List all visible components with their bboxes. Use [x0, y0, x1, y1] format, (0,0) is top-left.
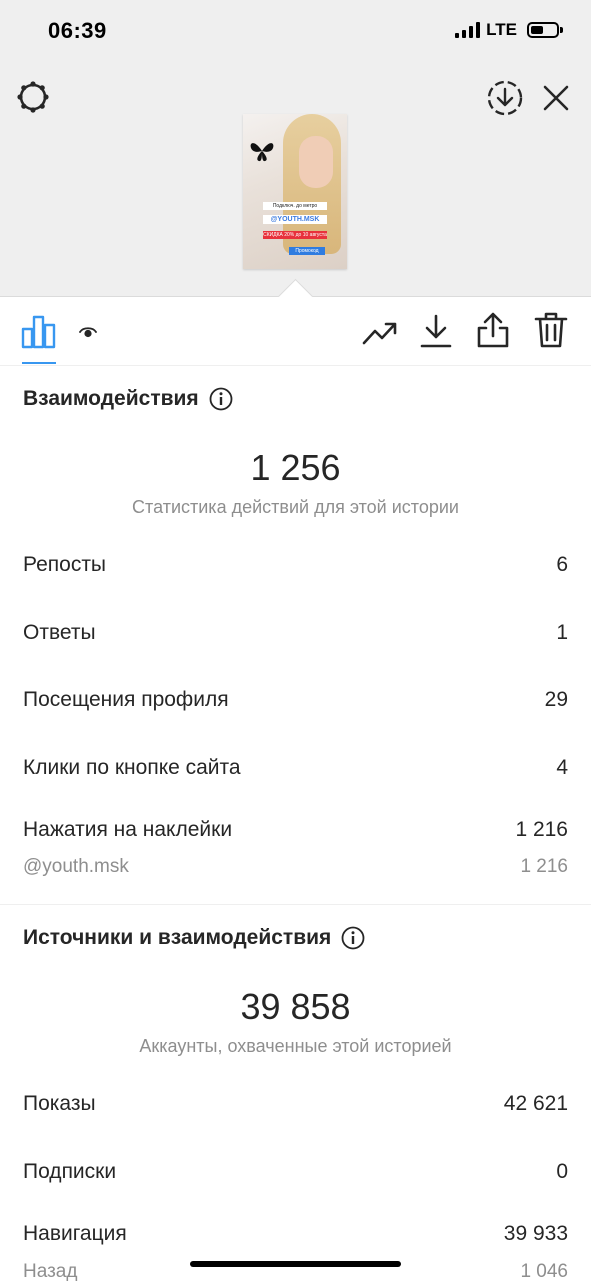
- thumbnail-sticker-small: Промокод: [289, 247, 325, 255]
- interactions-row-sticker-taps: Нажатия на наклейки 1 216: [23, 818, 568, 842]
- trash-icon: [534, 312, 568, 348]
- interactions-row-reposts: Репосты 6: [23, 553, 568, 577]
- row-label: Подписки: [23, 1160, 117, 1183]
- close-icon: [543, 85, 569, 111]
- thumbnail-sticker-top: Подключ. до метро: [263, 202, 327, 210]
- row-label: Нажатия на наклейки: [23, 818, 233, 841]
- network-label: LTE: [486, 20, 517, 39]
- discovery-total: 39 858: [240, 986, 351, 1027]
- row-value: 1: [556, 621, 568, 644]
- section-divider: [0, 904, 591, 905]
- discovery-title: Источники и взаимодействия: [23, 926, 332, 949]
- info-icon[interactable]: [341, 926, 365, 950]
- discovery-caption: Аккаунты, охваченные этой историей: [139, 1036, 452, 1056]
- share-icon: [477, 312, 509, 348]
- info-icon[interactable]: [209, 387, 233, 411]
- trending-up-icon: [362, 322, 397, 345]
- settings-button[interactable]: [14, 78, 52, 116]
- discovery-row-navigation: Навигация 39 933: [23, 1222, 568, 1246]
- row-label: Показы: [23, 1092, 96, 1115]
- thumbnail-sticker-handle: @YOUTH.MSK: [263, 215, 327, 224]
- interactions-title: Взаимодействия: [23, 387, 199, 410]
- gear-icon: [17, 81, 49, 113]
- status-indicators: LTE: [455, 20, 563, 40]
- download-button[interactable]: [417, 311, 455, 351]
- subrow-value: 1 216: [520, 856, 568, 877]
- row-value: 42 621: [503, 1092, 568, 1115]
- eye-icon: [79, 327, 97, 338]
- row-label: Посещения профиля: [23, 688, 229, 711]
- interactions-subrow-sticker-handle: @youth.msk 1 216: [23, 856, 568, 878]
- row-value: 1 216: [515, 818, 568, 841]
- promote-button[interactable]: [360, 313, 400, 353]
- row-label: Ответы: [23, 621, 96, 644]
- row-value: 6: [556, 553, 568, 576]
- row-label: Репосты: [23, 553, 107, 576]
- row-label: Клики по кнопке сайта: [23, 756, 241, 779]
- thumbnail-sticker-discount: СКИДКА 20% до 10 августа: [263, 231, 327, 239]
- active-tab-indicator: [22, 362, 56, 364]
- interactions-total: 1 256: [250, 447, 341, 488]
- delete-button[interactable]: [532, 309, 570, 351]
- signal-icon: [455, 22, 481, 38]
- row-value: 0: [556, 1160, 568, 1183]
- tab-insights[interactable]: [20, 311, 58, 351]
- bar-chart-icon: [21, 315, 56, 349]
- save-story-button[interactable]: [485, 78, 525, 118]
- interactions-row-replies: Ответы 1: [23, 621, 568, 645]
- interactions-heading: Взаимодействия: [23, 387, 233, 411]
- download-circle-icon: [487, 80, 523, 116]
- subrow-label: @youth.msk: [23, 856, 129, 877]
- tab-viewers[interactable]: [76, 321, 100, 343]
- butterfly-icon: [250, 143, 274, 162]
- share-button[interactable]: [474, 309, 512, 351]
- download-icon: [420, 314, 452, 348]
- thumbnail-face: [299, 136, 333, 188]
- discovery-row-follows: Подписки 0: [23, 1160, 568, 1184]
- discovery-heading: Источники и взаимодействия: [23, 926, 365, 950]
- row-value: 39 933: [503, 1222, 568, 1245]
- interactions-caption: Статистика действий для этой истории: [132, 497, 459, 517]
- row-value: 29: [544, 688, 568, 711]
- row-label: Навигация: [23, 1222, 127, 1245]
- insights-toolbar: [0, 297, 591, 366]
- interactions-row-profile-visits: Посещения профиля 29: [23, 688, 568, 712]
- row-value: 4: [556, 756, 568, 779]
- story-thumbnail[interactable]: Подключ. до метро @YOUTH.MSK СКИДКА 20% …: [243, 114, 347, 269]
- status-time: 06:39: [48, 18, 107, 43]
- home-indicator[interactable]: [190, 1261, 401, 1267]
- close-button[interactable]: [538, 80, 574, 116]
- interactions-row-website-clicks: Клики по кнопке сайта 4: [23, 756, 568, 780]
- discovery-row-impressions: Показы 42 621: [23, 1092, 568, 1116]
- battery-icon: [527, 22, 563, 38]
